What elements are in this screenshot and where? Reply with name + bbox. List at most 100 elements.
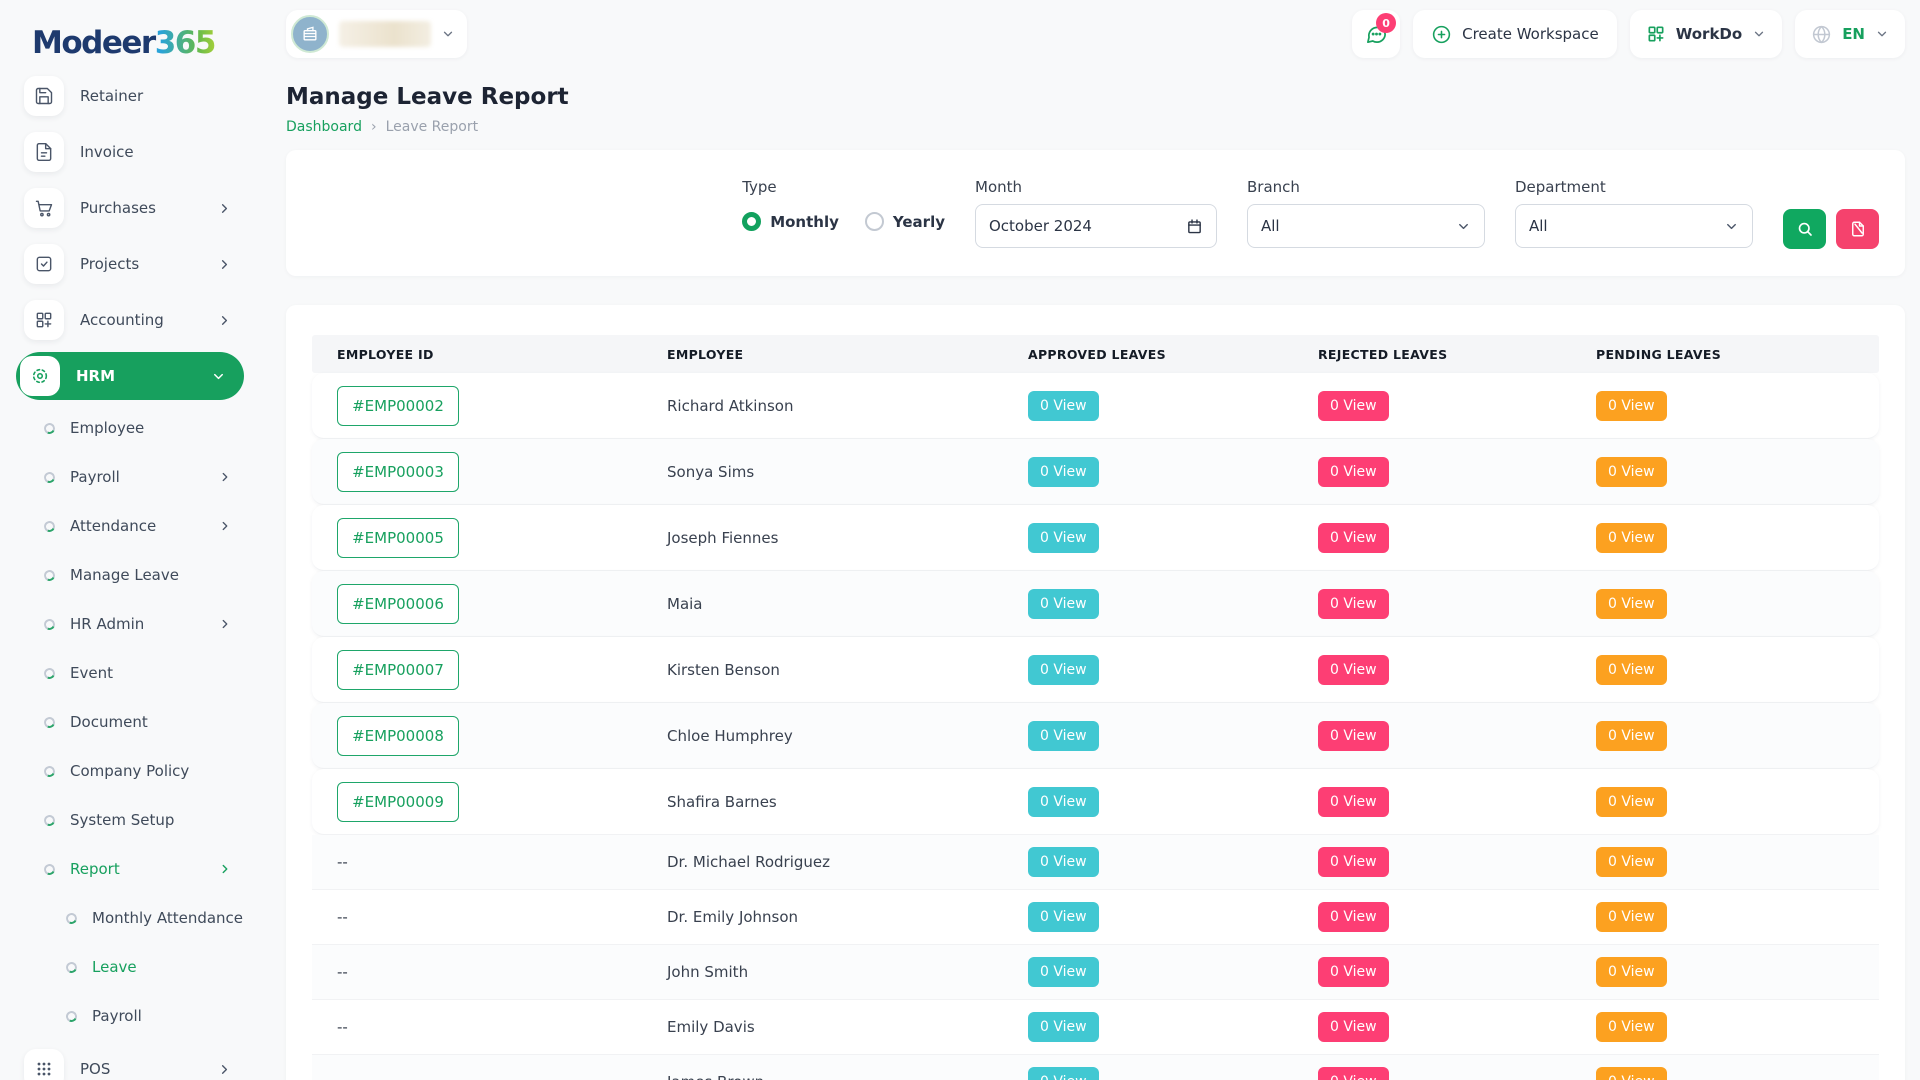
- sidebar-item-retainer[interactable]: Retainer: [16, 72, 244, 120]
- pending-leaves-view-badge[interactable]: 0 View: [1596, 1067, 1667, 1080]
- sidebar-item-attendance[interactable]: Attendance: [16, 506, 244, 546]
- approved-leaves-view-badge[interactable]: 0 View: [1028, 391, 1099, 421]
- rejected-leaves-view-badge[interactable]: 0 View: [1318, 787, 1389, 817]
- bullet-icon: [42, 568, 56, 582]
- pending-leaves-view-badge[interactable]: 0 View: [1596, 523, 1667, 553]
- approved-leaves-view-badge[interactable]: 0 View: [1028, 655, 1099, 685]
- sidebar-item-company-policy[interactable]: Company Policy: [16, 751, 244, 791]
- approved-leaves-view-badge[interactable]: 0 View: [1028, 523, 1099, 553]
- pending-leaves-view-badge[interactable]: 0 View: [1596, 721, 1667, 751]
- rejected-leaves-view-badge[interactable]: 0 View: [1318, 457, 1389, 487]
- employee-id-pill[interactable]: #EMP00008: [337, 716, 459, 756]
- rejected-leaves-view-badge[interactable]: 0 View: [1318, 1012, 1389, 1042]
- sidebar-item-accounting[interactable]: Accounting: [16, 296, 244, 344]
- rejected-leaves-view-badge[interactable]: 0 View: [1318, 721, 1389, 751]
- pending-leaves-view-badge[interactable]: 0 View: [1596, 391, 1667, 421]
- filter-buttons: [1783, 209, 1879, 276]
- approved-leaves-view-badge[interactable]: 0 View: [1028, 457, 1099, 487]
- employee-name: Dr. Michael Rodriguez: [642, 853, 1003, 871]
- radio-yearly[interactable]: Yearly: [865, 212, 945, 231]
- pending-leaves-view-badge[interactable]: 0 View: [1596, 655, 1667, 685]
- sidebar-item-monthly-attendance[interactable]: Monthly Attendance: [16, 898, 244, 938]
- sidebar-item-hr-admin[interactable]: HR Admin: [16, 604, 244, 644]
- employee-id-cell: #EMP00005: [312, 518, 642, 558]
- rejected-leaves-view-badge[interactable]: 0 View: [1318, 957, 1389, 987]
- file-off-icon: [1849, 220, 1867, 238]
- employee-id-cell: --: [312, 963, 642, 981]
- approved-leaves-view-badge[interactable]: 0 View: [1028, 902, 1099, 932]
- branch-select[interactable]: All: [1247, 204, 1485, 248]
- rejected-leaves-view-badge[interactable]: 0 View: [1318, 589, 1389, 619]
- rejected-leaves-view-badge[interactable]: 0 View: [1318, 523, 1389, 553]
- sidebar-item-document[interactable]: Document: [16, 702, 244, 742]
- employee-id-pill[interactable]: #EMP00009: [337, 782, 459, 822]
- messages-button[interactable]: 0: [1352, 10, 1400, 58]
- search-button[interactable]: [1783, 209, 1826, 249]
- employee-id-pill[interactable]: --: [337, 908, 348, 926]
- bullet-icon: [42, 666, 56, 680]
- rejected-leaves-view-badge[interactable]: 0 View: [1318, 1067, 1389, 1080]
- sidebar-item-label: Invoice: [80, 143, 134, 161]
- employee-id-pill[interactable]: --: [337, 1018, 348, 1036]
- sidebar-item-purchases[interactable]: Purchases: [16, 184, 244, 232]
- sidebar-item-pos[interactable]: POS: [16, 1045, 244, 1080]
- breadcrumb-dashboard-link[interactable]: Dashboard: [286, 119, 362, 135]
- approved-leaves-view-badge[interactable]: 0 View: [1028, 1012, 1099, 1042]
- sidebar-item-payroll-report[interactable]: Payroll: [16, 996, 244, 1036]
- sidebar-item-label: Attendance: [70, 517, 156, 535]
- approved-leaves-view-badge[interactable]: 0 View: [1028, 1067, 1099, 1080]
- reset-export-button[interactable]: [1836, 209, 1879, 249]
- rejected-leaves-view-badge[interactable]: 0 View: [1318, 902, 1389, 932]
- pending-leaves-cell: 0 View: [1571, 957, 1879, 987]
- language-selector[interactable]: EN: [1795, 10, 1905, 58]
- approved-leaves-view-badge[interactable]: 0 View: [1028, 787, 1099, 817]
- pending-leaves-view-badge[interactable]: 0 View: [1596, 787, 1667, 817]
- workdo-menu-button[interactable]: WorkDo: [1630, 10, 1782, 58]
- month-input[interactable]: October 2024: [975, 204, 1217, 248]
- pending-leaves-view-badge[interactable]: 0 View: [1596, 957, 1667, 987]
- sidebar-item-manage-leave[interactable]: Manage Leave: [16, 555, 244, 595]
- employee-id-pill[interactable]: #EMP00005: [337, 518, 459, 558]
- rejected-leaves-view-badge[interactable]: 0 View: [1318, 391, 1389, 421]
- sidebar-item-leave[interactable]: Leave: [16, 947, 244, 987]
- pending-leaves-view-badge[interactable]: 0 View: [1596, 457, 1667, 487]
- sidebar-item-projects[interactable]: Projects: [16, 240, 244, 288]
- sidebar-item-system-setup[interactable]: System Setup: [16, 800, 244, 840]
- sidebar-item-report[interactable]: Report: [16, 849, 244, 889]
- employee-id-cell: #EMP00003: [312, 452, 642, 492]
- logo-text-primary: Modeer: [32, 25, 155, 61]
- employee-id-cell: #EMP00009: [312, 782, 642, 822]
- create-workspace-button[interactable]: Create Workspace: [1413, 10, 1617, 58]
- employee-id-pill[interactable]: #EMP00006: [337, 584, 459, 624]
- sidebar-item-invoice[interactable]: Invoice: [16, 128, 244, 176]
- table-row: #EMP00009 Shafira Barnes 0 View 0 View 0…: [312, 769, 1879, 835]
- rejected-leaves-view-badge[interactable]: 0 View: [1318, 655, 1389, 685]
- employee-id-pill[interactable]: #EMP00002: [337, 386, 459, 426]
- sidebar-item-employee[interactable]: Employee: [16, 408, 244, 448]
- approved-leaves-view-badge[interactable]: 0 View: [1028, 589, 1099, 619]
- employee-id-pill[interactable]: --: [337, 853, 348, 871]
- approved-leaves-view-badge[interactable]: 0 View: [1028, 721, 1099, 751]
- approved-leaves-view-badge[interactable]: 0 View: [1028, 957, 1099, 987]
- sidebar-item-hrm[interactable]: HRM: [16, 352, 244, 400]
- employee-id-pill[interactable]: --: [337, 963, 348, 981]
- employee-id-pill[interactable]: --: [337, 1073, 348, 1080]
- sidebar-item-payroll[interactable]: Payroll: [16, 457, 244, 497]
- sidebar-item-event[interactable]: Event: [16, 653, 244, 693]
- workspace-switcher[interactable]: [286, 10, 467, 58]
- pending-leaves-view-badge[interactable]: 0 View: [1596, 902, 1667, 932]
- employee-name: Richard Atkinson: [642, 397, 1003, 415]
- rejected-leaves-view-badge[interactable]: 0 View: [1318, 847, 1389, 877]
- sidebar-item-label: Accounting: [80, 311, 164, 329]
- table-row: #EMP00002 Richard Atkinson 0 View 0 View…: [312, 373, 1879, 439]
- pending-leaves-view-badge[interactable]: 0 View: [1596, 589, 1667, 619]
- employee-id-pill[interactable]: #EMP00003: [337, 452, 459, 492]
- approved-leaves-view-badge[interactable]: 0 View: [1028, 847, 1099, 877]
- department-select[interactable]: All: [1515, 204, 1753, 248]
- radio-monthly[interactable]: Monthly: [742, 212, 839, 231]
- month-label: Month: [975, 178, 1217, 196]
- pending-leaves-view-badge[interactable]: 0 View: [1596, 847, 1667, 877]
- pending-leaves-view-badge[interactable]: 0 View: [1596, 1012, 1667, 1042]
- bullet-icon: [42, 862, 56, 876]
- employee-id-pill[interactable]: #EMP00007: [337, 650, 459, 690]
